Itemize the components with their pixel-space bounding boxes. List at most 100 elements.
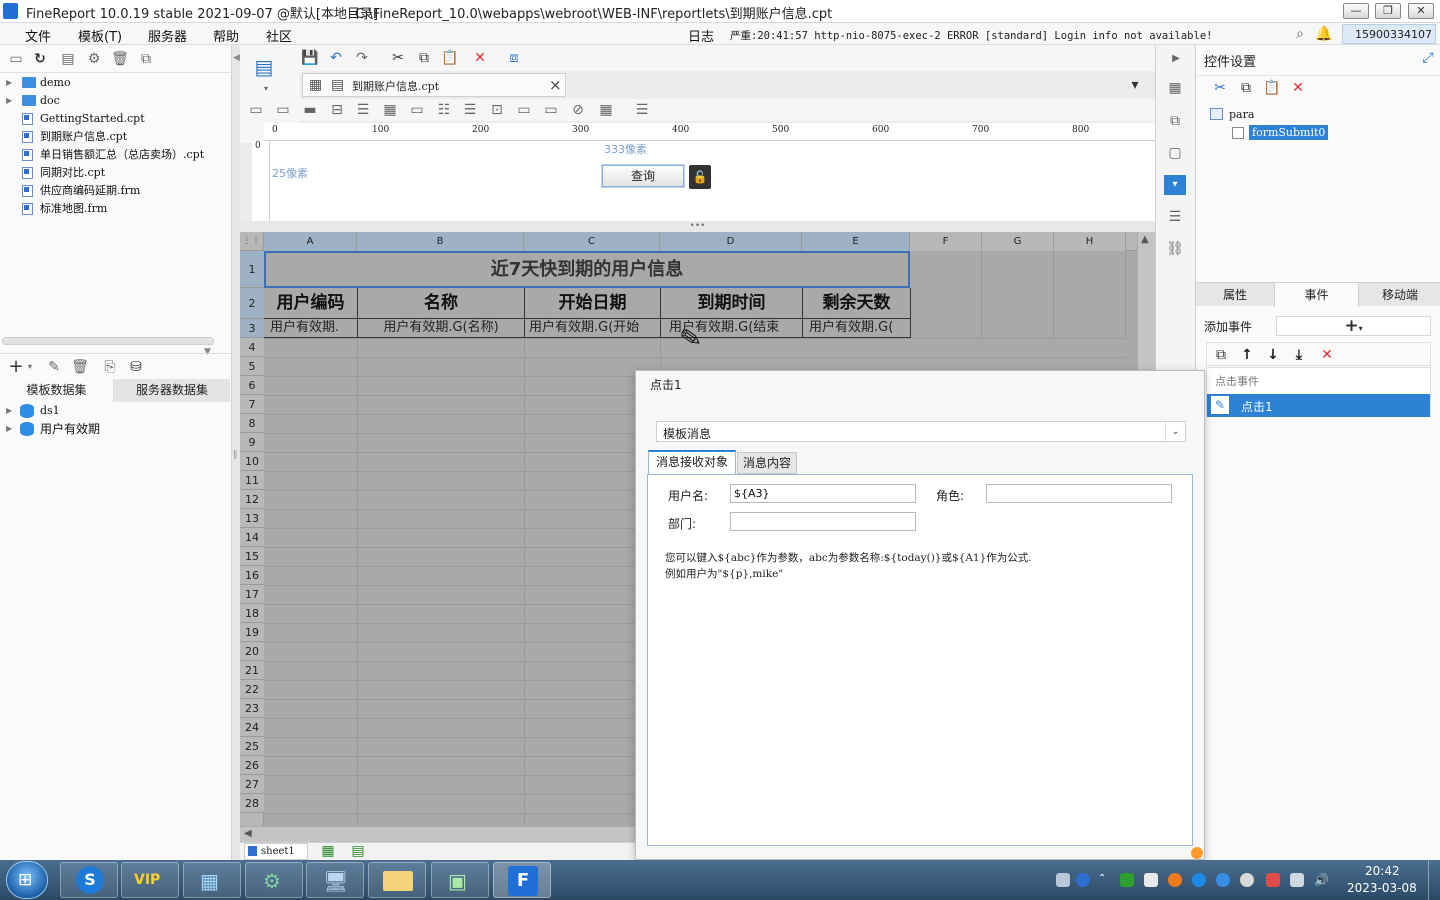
minimize-button[interactable]: — [1343, 3, 1369, 19]
scroll-left-icon[interactable]: ◀ [244, 828, 252, 839]
label-widget-icon[interactable]: ▭ [246, 100, 266, 120]
copy-icon[interactable]: ⧉ [136, 49, 156, 69]
row-header[interactable]: 7 [240, 395, 264, 414]
header-cell[interactable]: 开始日期 [525, 288, 661, 319]
row-header[interactable]: 26 [240, 756, 264, 775]
edit-icon[interactable]: ✎ [44, 357, 64, 377]
expand-arrow-icon[interactable]: ▶ [6, 420, 12, 438]
more-widgets-icon[interactable]: ☰ [632, 100, 652, 120]
delete-icon[interactable]: ✕ [470, 48, 490, 68]
tab-properties[interactable]: 属性 [1196, 283, 1275, 307]
row-header[interactable]: 22 [240, 680, 264, 699]
row-header[interactable]: 5 [240, 357, 264, 376]
toggle-widget-icon[interactable]: ⊘ [568, 100, 588, 120]
add-event-button[interactable]: +▾ [1276, 316, 1431, 336]
menu-community[interactable]: 社区 [266, 26, 292, 45]
role-input[interactable] [986, 484, 1172, 503]
move-up-icon[interactable]: ↑ [1237, 345, 1257, 365]
sogou-tray-icon[interactable] [1216, 873, 1230, 887]
row-header[interactable]: 15 [240, 547, 264, 566]
row-header[interactable]: 6 [240, 376, 264, 395]
move-bottom-icon[interactable]: ⤓ [1289, 345, 1309, 365]
row-header[interactable]: 25 [240, 737, 264, 756]
editor-tab[interactable]: ▦ ▤ 到期账户信息.cpt × [302, 73, 566, 97]
tree-scrollbar[interactable] [2, 337, 214, 345]
tray-expand-icon[interactable]: ⌃ [1098, 873, 1112, 887]
taskbar-network-icon[interactable]: ▦ [183, 862, 241, 898]
connect-icon[interactable]: ⛁ [126, 357, 146, 377]
taskbar-explorer-icon[interactable] [368, 862, 426, 898]
tab-recipients[interactable]: 消息接收对象 [648, 450, 736, 474]
row-header[interactable]: 10 [240, 452, 264, 471]
blocked-app-icon[interactable] [1240, 873, 1254, 887]
button-widget-icon[interactable]: ▬ [300, 100, 320, 120]
taskbar-sogou-icon[interactable]: S [60, 862, 118, 898]
log-label[interactable]: 日志 [688, 26, 714, 45]
row-header[interactable]: 18 [240, 604, 264, 623]
pin-icon[interactable]: ⤢ [1418, 48, 1438, 68]
paste-icon[interactable]: 📋 [440, 48, 460, 68]
panel-drag-handle[interactable]: ••• [240, 221, 1155, 232]
row-header[interactable]: 8 [240, 414, 264, 433]
number-widget-icon[interactable]: ▭ [407, 100, 427, 120]
cut-icon[interactable]: ✂ [388, 48, 408, 68]
show-desktop-button[interactable] [1428, 860, 1440, 900]
radio-widget-icon[interactable]: ☰ [460, 100, 480, 120]
row-header[interactable]: 16 [240, 566, 264, 585]
blue-app-icon[interactable] [1192, 873, 1206, 887]
volume-icon[interactable]: 🔊 [1314, 873, 1329, 887]
chevron-down-icon[interactable]: ⌄ [1165, 422, 1185, 441]
delete-event-icon[interactable]: ✕ [1317, 345, 1337, 365]
row-header[interactable]: 12 [240, 490, 264, 509]
expand-arrow-icon[interactable]: ▶ [6, 402, 12, 420]
column-header[interactable]: B [357, 232, 524, 251]
copy-event-icon[interactable]: ⧉ [1211, 345, 1231, 365]
parameter-panel[interactable]: 333像素 25像素 查询 🔓 [270, 141, 1155, 221]
list-widget-icon[interactable]: ☰ [353, 100, 373, 120]
header-cell[interactable]: 用户编码 [264, 288, 358, 319]
widget-settings-icon[interactable]: ▾ [1164, 175, 1186, 195]
row-header[interactable]: 20 [240, 642, 264, 661]
data-cell[interactable]: 用户有效期.G( [803, 319, 911, 338]
save-icon[interactable]: 💾 [300, 48, 320, 68]
orange-app-icon[interactable] [1168, 873, 1182, 887]
maximize-button[interactable]: ❐ [1375, 3, 1401, 19]
delete-icon[interactable]: 🗑 [110, 49, 130, 69]
hyperlink-icon[interactable]: ⛓ [1165, 239, 1185, 259]
cell-attribute-icon[interactable]: ⧉ [1165, 111, 1185, 131]
tab-menu-icon[interactable]: ▾ [1125, 75, 1145, 95]
user-badge[interactable]: 15900334107 [1342, 24, 1436, 44]
data-cell[interactable]: 用户有效期.G(名称) [358, 319, 525, 338]
column-header[interactable]: E [802, 232, 910, 251]
tree-widget-icon[interactable]: ▭ [514, 100, 534, 120]
data-cell[interactable]: 用户有效期.G(开始 [525, 319, 661, 338]
dataset-item[interactable]: ▶ 用户有效期 [0, 420, 230, 438]
row-header[interactable]: 14 [240, 528, 264, 547]
preview-icon[interactable]: ⎘ [100, 357, 120, 377]
column-header[interactable]: D [660, 232, 802, 251]
taskbar-remote-icon[interactable]: 🖥 [306, 862, 364, 898]
taskbar-finereport-icon[interactable]: F [493, 862, 551, 898]
row-header[interactable]: 28 [240, 794, 264, 813]
column-header[interactable]: G [982, 232, 1054, 251]
refresh-icon[interactable]: ↻ [30, 49, 50, 69]
column-header[interactable]: H [1054, 232, 1126, 251]
menu-template[interactable]: 模板(T) [78, 26, 122, 45]
tree-child-label[interactable]: formSubmit0 [1249, 125, 1329, 140]
tab-close-icon[interactable]: × [549, 76, 562, 94]
preview-icon[interactable]: ⧈ [504, 48, 524, 68]
tab-events[interactable]: 事件 [1275, 283, 1359, 307]
action-type-dropdown[interactable]: 模板消息 ⌄ [656, 421, 1186, 442]
taskbar-tool-icon[interactable]: ⚙ [245, 862, 303, 898]
taskbar-terminal-icon[interactable]: ▣ [431, 862, 489, 898]
cell-element-icon[interactable]: ▦ [1165, 78, 1185, 98]
dropdown-icon[interactable]: ▾ [20, 357, 40, 377]
delete-icon[interactable]: 🗑 [70, 357, 90, 377]
menu-file[interactable]: 文件 [25, 26, 51, 45]
panel-splitter[interactable]: ◀ ‖ [232, 45, 240, 860]
dataset-item[interactable]: ▶ ds1 [0, 402, 230, 420]
tree-item-file[interactable]: 单日销售额汇总（总店卖场）.cpt [0, 146, 230, 164]
title-cell[interactable]: 近7天快到期的用户信息 [264, 251, 910, 288]
expand-arrow-icon[interactable]: ▶ [6, 74, 12, 92]
query-button[interactable]: 查询 [602, 165, 684, 187]
